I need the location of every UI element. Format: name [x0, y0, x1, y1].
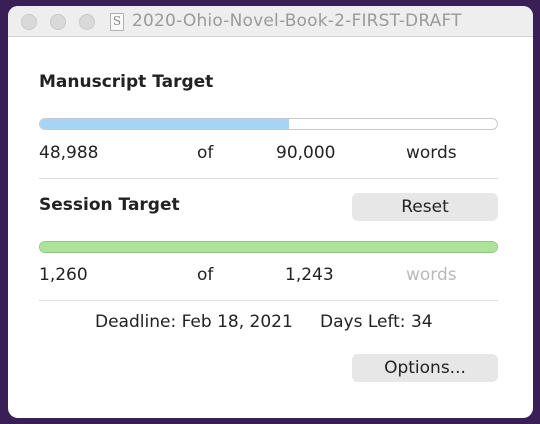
manuscript-current-count: 48,988	[39, 143, 99, 163]
close-window-button[interactable]	[21, 14, 37, 30]
manuscript-progress-fill	[40, 119, 289, 129]
section-divider	[39, 300, 498, 301]
days-left-label: Days Left: 34	[320, 312, 433, 332]
manuscript-of-label: of	[197, 143, 214, 163]
session-current-count: 1,260	[39, 265, 88, 285]
manuscript-progress-bar	[39, 118, 498, 130]
options-button[interactable]: Options...	[352, 354, 498, 382]
title-bar[interactable]: S 2020-Ohio-Novel-Book-2-FIRST-DRAFT	[8, 6, 533, 37]
targets-window: S 2020-Ohio-Novel-Book-2-FIRST-DRAFT Man…	[8, 6, 533, 418]
zoom-window-button[interactable]	[79, 14, 95, 30]
minimize-window-button[interactable]	[50, 14, 66, 30]
document-icon: S	[110, 13, 124, 31]
window-title: 2020-Ohio-Novel-Book-2-FIRST-DRAFT	[132, 11, 462, 31]
session-target-heading: Session Target	[39, 195, 180, 215]
session-progress-fill	[40, 242, 497, 252]
session-progress-bar	[39, 241, 498, 253]
manuscript-unit-label: words	[406, 143, 457, 163]
reset-button[interactable]: Reset	[352, 193, 498, 221]
section-divider	[39, 178, 498, 179]
session-of-label: of	[197, 265, 214, 285]
session-target-count: 1,243	[285, 265, 334, 285]
manuscript-target-heading: Manuscript Target	[39, 72, 214, 92]
deadline-label: Deadline: Feb 18, 2021	[95, 312, 293, 332]
session-unit-label: words	[406, 265, 457, 285]
manuscript-target-count: 90,000	[276, 143, 336, 163]
